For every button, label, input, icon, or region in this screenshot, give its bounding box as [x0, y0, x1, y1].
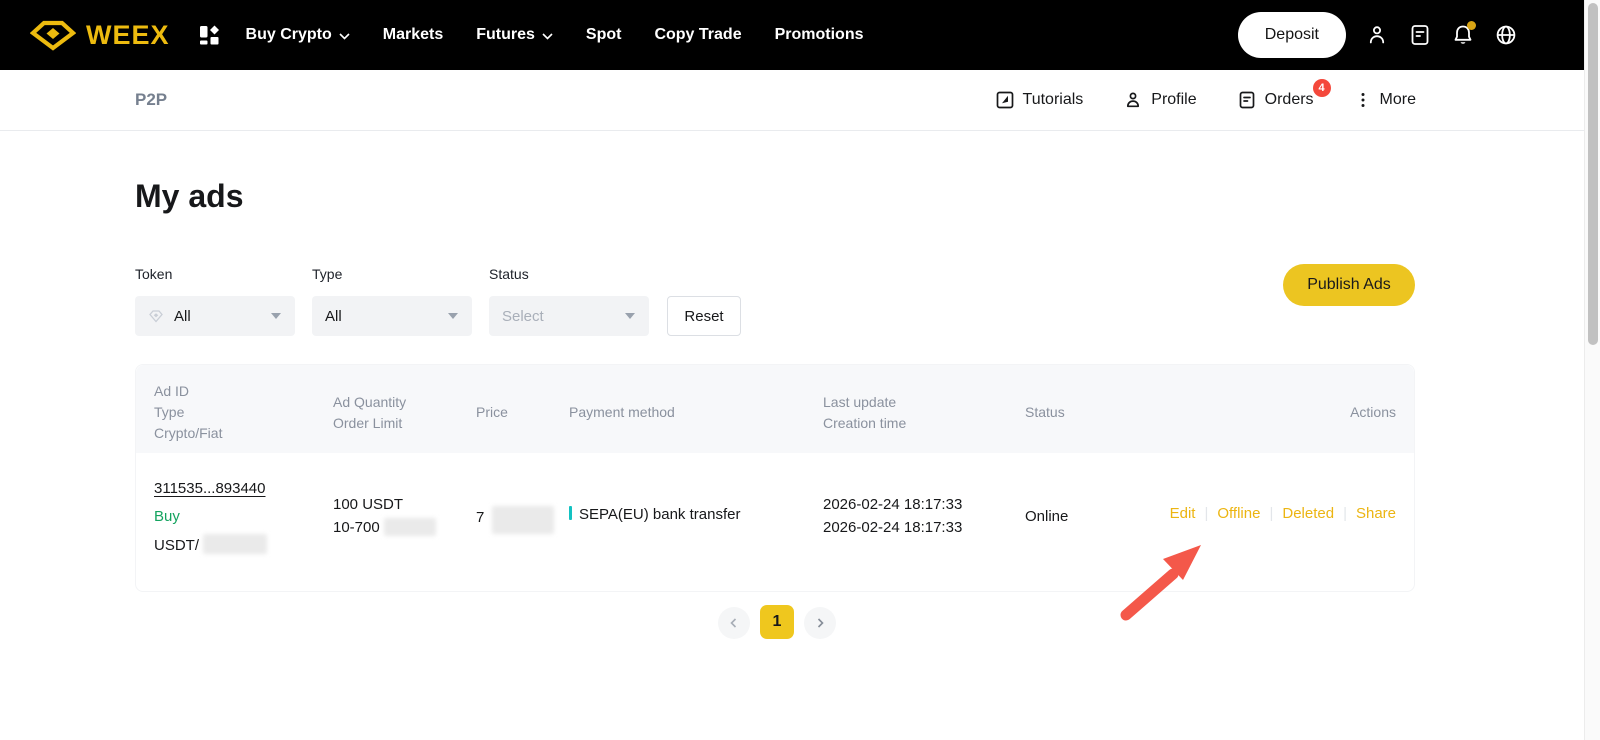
breadcrumb[interactable]: P2P — [135, 90, 167, 110]
filters-bar: Token All Type All Status — [135, 266, 758, 336]
user-icon[interactable] — [1365, 23, 1389, 47]
reset-group: Reset — [666, 296, 741, 336]
token-filter: Token All — [135, 266, 295, 336]
nav-futures[interactable]: Futures — [476, 26, 553, 44]
type-filter-label: Type — [312, 266, 472, 282]
payment-method: SEPA(EU) bank transfer — [569, 504, 740, 525]
status-dropdown-placeholder: Select — [502, 308, 544, 325]
status-dropdown[interactable]: Select — [489, 296, 649, 336]
next-page-button[interactable] — [804, 607, 836, 639]
chevron-left-icon — [728, 617, 740, 629]
current-page[interactable]: 1 — [760, 605, 794, 639]
redacted-fiat — [203, 534, 267, 554]
profile-link[interactable]: Profile — [1123, 90, 1196, 110]
type-filter: Type All — [312, 266, 472, 336]
col-header-ad-id: Ad ID Type Crypto/Fiat — [154, 381, 222, 444]
orders-link[interactable]: Orders 4 — [1237, 90, 1314, 110]
type-dropdown-value: All — [325, 308, 342, 325]
publish-ads-button[interactable]: Publish Ads — [1283, 264, 1415, 306]
token-dropdown[interactable]: All — [135, 296, 295, 336]
pagination: 1 — [718, 605, 836, 639]
caret-down-icon — [625, 313, 635, 319]
scrollbar-thumb[interactable] — [1588, 3, 1598, 345]
price-value: 7 — [476, 506, 554, 534]
chevron-right-icon — [814, 617, 826, 629]
col-header-payment-method: Payment method — [569, 402, 675, 423]
row-actions: Edit|Offline|Deleted|Share — [1170, 505, 1396, 522]
type-dropdown[interactable]: All — [312, 296, 472, 336]
apps-grid-icon[interactable] — [198, 24, 220, 46]
nav-promotions[interactable]: Promotions — [775, 26, 864, 44]
prev-page-button[interactable] — [718, 607, 750, 639]
chevron-down-icon — [542, 33, 553, 40]
token-dropdown-value: All — [174, 308, 191, 325]
edit-action[interactable]: Edit — [1170, 505, 1196, 522]
table-header: Ad ID Type Crypto/Fiat Ad Quantity Order… — [136, 365, 1414, 453]
ad-type-buy: Buy — [154, 506, 180, 527]
chevron-down-icon — [339, 33, 350, 40]
status-value: Online — [1025, 506, 1068, 527]
subnav-links: Tutorials Profile Orders 4 — [995, 90, 1416, 110]
navbar-right: Deposit — [1238, 12, 1518, 58]
deposit-button[interactable]: Deposit — [1238, 12, 1346, 58]
nav-markets[interactable]: Markets — [383, 26, 443, 44]
top-navbar: WEEX Buy Crypto Markets Futures — [0, 0, 1584, 70]
deleted-action[interactable]: Deleted — [1282, 505, 1334, 522]
order-limit: 10-700 — [333, 517, 436, 538]
redacted-limit — [384, 518, 436, 536]
weex-p2p-my-ads-page: WEEX Buy Crypto Markets Futures — [0, 0, 1600, 740]
caret-down-icon — [448, 313, 458, 319]
main-nav: Buy Crypto Markets Futures Spot Copy Tra… — [246, 26, 864, 44]
kebab-icon — [1354, 91, 1372, 109]
page-title: My ads — [135, 178, 243, 215]
my-ads-table: Ad ID Type Crypto/Fiat Ad Quantity Order… — [135, 364, 1415, 592]
table-row: 311535...893440 Buy USDT/ 100 USDT 10-70… — [136, 453, 1414, 592]
more-link[interactable]: More — [1354, 91, 1416, 109]
token-filter-label: Token — [135, 266, 295, 282]
brand-name: WEEX — [86, 20, 170, 51]
weex-logo-icon — [30, 18, 76, 52]
col-header-price: Price — [476, 402, 508, 423]
col-header-status: Status — [1025, 402, 1065, 423]
col-header-actions: Actions — [1350, 402, 1396, 423]
tutorials-link[interactable]: Tutorials — [995, 90, 1084, 110]
nav-copy-trade[interactable]: Copy Trade — [654, 26, 741, 44]
tutorials-icon — [995, 90, 1015, 110]
payment-method-color-bar — [569, 506, 572, 520]
reset-button[interactable]: Reset — [667, 296, 741, 336]
crypto-fiat-pair: USDT/ — [154, 534, 267, 556]
col-header-time: Last update Creation time — [823, 392, 906, 434]
profile-icon — [1123, 90, 1143, 110]
p2p-subnav: P2P Tutorials Profile — [0, 70, 1584, 131]
nav-buy-crypto[interactable]: Buy Crypto — [246, 26, 350, 44]
col-header-quantity: Ad Quantity Order Limit — [333, 392, 406, 434]
offline-action[interactable]: Offline — [1217, 505, 1260, 522]
nav-spot[interactable]: Spot — [586, 26, 622, 44]
notification-dot — [1467, 21, 1476, 30]
ad-id-link[interactable]: 311535...893440 — [154, 478, 266, 499]
orders-count-badge: 4 — [1313, 79, 1331, 97]
globe-icon[interactable] — [1494, 23, 1518, 47]
orders-icon — [1237, 90, 1257, 110]
scrollbar[interactable] — [1584, 0, 1600, 740]
status-filter: Status Select — [489, 266, 649, 336]
status-filter-label: Status — [489, 266, 649, 282]
share-action[interactable]: Share — [1356, 505, 1396, 522]
ad-quantity: 100 USDT — [333, 494, 403, 515]
bell-icon[interactable] — [1451, 23, 1475, 47]
token-diamond-icon — [148, 308, 164, 324]
creation-time: 2026-02-24 18:17:33 — [823, 517, 962, 538]
redacted-price — [492, 506, 554, 534]
document-icon[interactable] — [1408, 23, 1432, 47]
caret-down-icon — [271, 313, 281, 319]
weex-logo[interactable]: WEEX — [30, 18, 170, 52]
last-update-time: 2026-02-24 18:17:33 — [823, 494, 962, 515]
